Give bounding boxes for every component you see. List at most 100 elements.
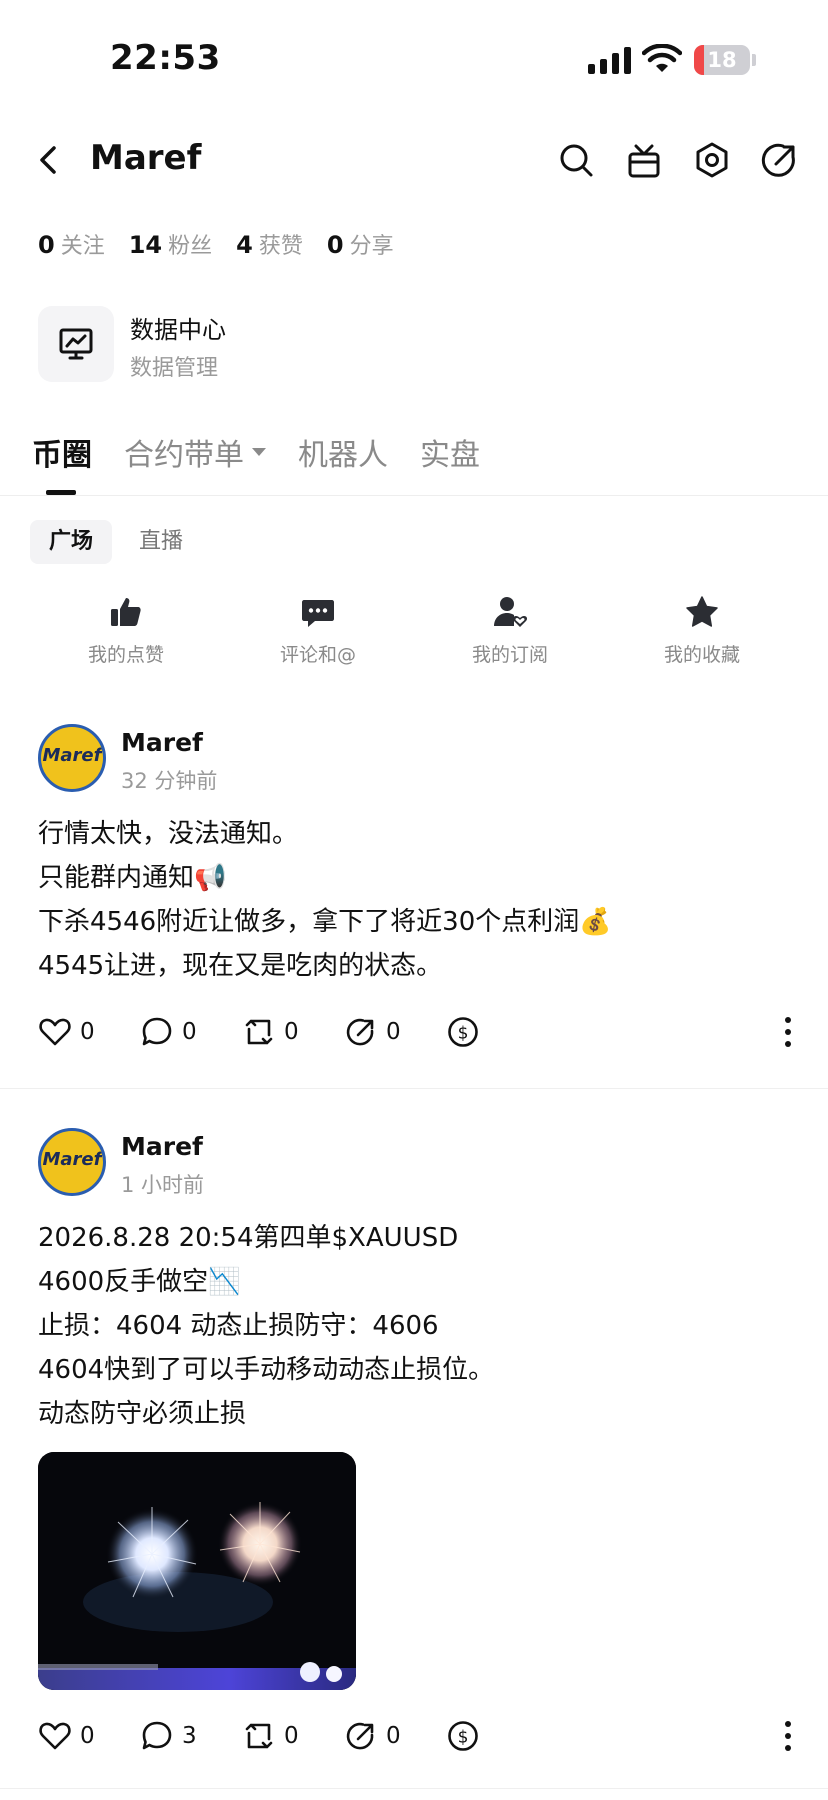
avatar-logo-text: Maref <box>42 745 102 766</box>
share-button[interactable]: 0 <box>344 1010 401 1054</box>
stat-count: 0 <box>38 231 55 259</box>
share-arrow-icon <box>346 1722 374 1750</box>
post-line: 下杀4546附近让做多，拿下了将近30个点利润💰 <box>38 907 612 937</box>
post-line: 只能群内通知📢 <box>38 863 227 893</box>
repost-button[interactable]: 0 <box>242 1010 299 1054</box>
comment-count: 3 <box>182 1723 197 1749</box>
stat-likes[interactable]: 4 获赞 <box>236 228 303 260</box>
fireworks-photo <box>38 1452 356 1690</box>
back-icon[interactable] <box>30 138 70 182</box>
post-image-fireworks[interactable] <box>38 1452 356 1690</box>
data-center-entry[interactable]: 数据中心 数据管理 <box>38 306 438 382</box>
like-button[interactable]: 0 <box>38 1714 95 1758</box>
more-options-icon[interactable] <box>778 1714 798 1758</box>
repost-icon <box>245 1019 273 1045</box>
quick-action-label: 我的收藏 <box>663 644 740 666</box>
share-button[interactable]: 0 <box>344 1714 401 1758</box>
post-line: 4545让进，现在又是吃肉的状态。 <box>38 951 443 981</box>
tabs-divider <box>0 495 828 496</box>
repost-icon <box>245 1723 273 1749</box>
data-center-title: 数据中心 <box>130 316 226 344</box>
tab-crypto[interactable]: 币圈 <box>32 430 92 495</box>
dollar-coin-icon: $ <box>448 1721 478 1751</box>
comment-count: 0 <box>182 1019 197 1045</box>
stat-following[interactable]: 0 关注 <box>38 228 105 260</box>
post-author[interactable]: Maref <box>121 728 203 757</box>
like-count: 0 <box>80 1019 95 1045</box>
stat-followers[interactable]: 14 粉丝 <box>129 228 212 260</box>
subtab-square[interactable]: 广场 <box>30 520 113 564</box>
like-button[interactable]: 0 <box>38 1010 95 1054</box>
comment-button[interactable]: 3 <box>140 1714 197 1758</box>
profile-title: Maref <box>90 138 202 178</box>
stat-label: 关注 <box>60 234 105 259</box>
dropdown-caret-icon <box>252 448 266 456</box>
post-line: 2026.8.28 20:54第四单$XAUUSD <box>38 1223 459 1253</box>
stat-label: 分享 <box>349 234 394 259</box>
stat-count: 14 <box>128 231 163 259</box>
thumbs-up-icon <box>111 598 141 626</box>
share-arrow-icon <box>346 1018 374 1046</box>
post-line: 止损：4604 动态止损防守：4606 <box>38 1311 439 1341</box>
post-actions: 0 0 0 0 $ <box>38 1010 798 1054</box>
author-avatar[interactable]: Maref <box>38 1128 106 1196</box>
quick-action-label: 我的订阅 <box>471 644 548 666</box>
main-tabs: 币圈 合约带单 机器人 实盘 <box>32 430 512 495</box>
comment-bubble-icon <box>142 1721 172 1750</box>
svg-text:$: $ <box>458 1728 469 1748</box>
stat-count: 0 <box>326 231 344 259</box>
battery-level-text: 18 <box>707 48 737 72</box>
battery-indicator: 18 <box>694 45 750 75</box>
monitor-chart-icon <box>59 328 93 360</box>
like-count: 0 <box>80 1723 95 1749</box>
author-avatar[interactable]: Maref <box>38 724 106 792</box>
comment-icon <box>302 600 334 627</box>
quick-action-my-likes[interactable]: 我的点赞 <box>46 594 206 667</box>
settings-icon[interactable] <box>692 140 732 180</box>
quick-action-label: 我的点赞 <box>87 644 164 666</box>
svg-text:$: $ <box>458 1024 469 1044</box>
quick-action-favorites[interactable]: 我的收藏 <box>622 594 782 667</box>
tab-copy-trading[interactable]: 合约带单 <box>124 430 266 494</box>
profile-header: Maref <box>0 120 828 200</box>
repost-count: 0 <box>284 1019 299 1045</box>
data-center-subtitle: 数据管理 <box>130 356 219 381</box>
post-content[interactable]: 行情太快，没法通知。 只能群内通知📢 下杀4546附近让做多，拿下了将近30个点… <box>38 812 798 988</box>
gift-icon[interactable] <box>624 140 664 180</box>
status-time: 22:53 <box>110 38 221 78</box>
share-icon[interactable] <box>760 140 800 180</box>
quick-action-subscriptions[interactable]: 我的订阅 <box>430 594 590 667</box>
heart-icon <box>39 1722 71 1750</box>
quick-action-comments[interactable]: 评论和@ <box>238 594 398 667</box>
wifi-icon <box>642 44 682 72</box>
stat-count: 4 <box>236 231 253 259</box>
post-actions: 0 3 0 0 $ <box>38 1714 798 1758</box>
subscription-icon <box>494 597 528 627</box>
share-count: 0 <box>386 1019 401 1045</box>
more-options-icon[interactable] <box>778 1010 798 1054</box>
dollar-coin-icon: $ <box>448 1017 478 1047</box>
comment-button[interactable]: 0 <box>140 1010 197 1054</box>
post-content[interactable]: 2026.8.28 20:54第四单$XAUUSD 4600反手做空📉 止损：4… <box>38 1216 798 1436</box>
tab-label: 实盘 <box>420 438 480 473</box>
post-separator <box>0 1788 828 1789</box>
battery-tip <box>752 54 756 66</box>
profile-stats: 0 关注 14 粉丝 4 获赞 0 分享 <box>38 228 418 260</box>
post-author[interactable]: Maref <box>121 1132 203 1161</box>
comment-bubble-icon <box>142 1017 172 1046</box>
search-icon[interactable] <box>556 140 596 180</box>
tip-button[interactable]: $ <box>446 1714 480 1758</box>
repost-count: 0 <box>284 1723 299 1749</box>
stat-shares[interactable]: 0 分享 <box>327 228 394 260</box>
tip-button[interactable]: $ <box>446 1010 480 1054</box>
heart-icon <box>39 1018 71 1046</box>
tab-label: 合约带单 <box>124 438 244 473</box>
quick-actions: 我的点赞 评论和@ 我的订阅 我的收藏 <box>0 594 828 674</box>
post-line: 行情太快，没法通知。 <box>38 819 299 849</box>
post-line: 4604快到了可以手动移动动态止损位。 <box>38 1355 495 1385</box>
tab-robots[interactable]: 机器人 <box>298 430 388 494</box>
status-bar: 22:53 18 <box>0 0 828 110</box>
repost-button[interactable]: 0 <box>242 1714 299 1758</box>
tab-live-account[interactable]: 实盘 <box>420 430 480 494</box>
subtab-live[interactable]: 直播 <box>120 520 202 564</box>
